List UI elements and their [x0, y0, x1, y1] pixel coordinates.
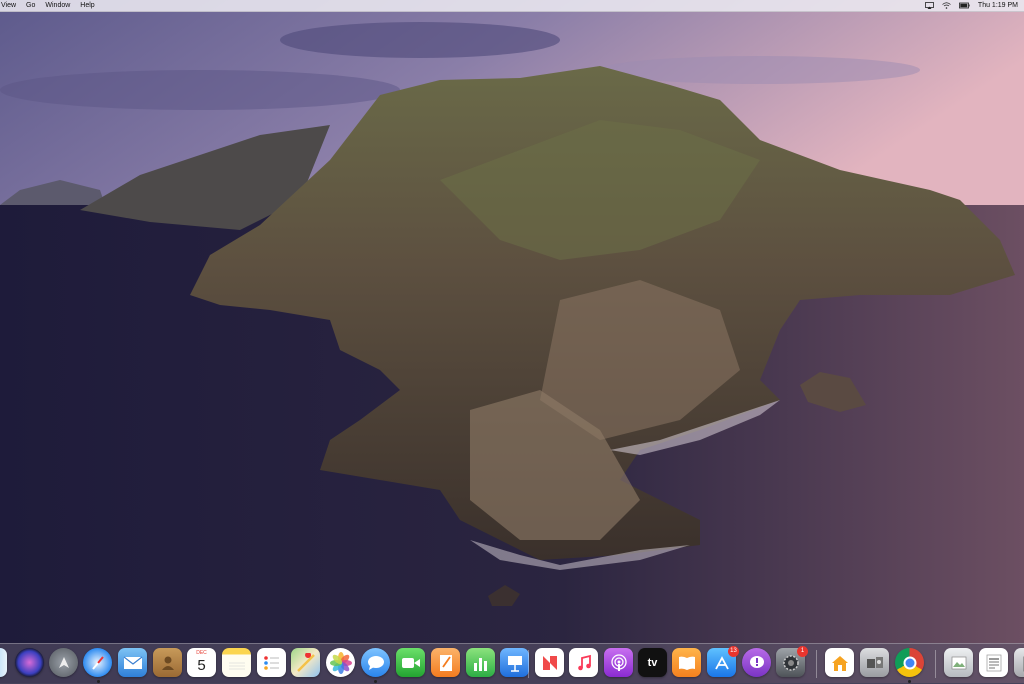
app-store-icon[interactable]: 13: [707, 648, 736, 677]
preview-icon[interactable]: [944, 648, 973, 677]
notes-icon[interactable]: [222, 648, 251, 677]
migration-icon[interactable]: [860, 648, 889, 677]
system-preferences-badge: 1: [797, 646, 808, 657]
music-icon[interactable]: [569, 648, 598, 677]
menu-clock[interactable]: Thu 1:19 PM: [978, 0, 1018, 11]
system-preferences-icon[interactable]: 1: [776, 648, 805, 677]
photos-icon[interactable]: [326, 648, 355, 677]
document-icon[interactable]: [979, 648, 1008, 677]
safari-icon[interactable]: [83, 648, 112, 677]
maps-icon[interactable]: [291, 648, 320, 677]
dock-separator: [528, 650, 529, 678]
calendar-day: 5: [187, 657, 216, 674]
reminders-icon[interactable]: [257, 648, 286, 677]
mail-icon[interactable]: [118, 648, 147, 677]
numbers-icon[interactable]: [466, 648, 495, 677]
trash-icon[interactable]: [1014, 648, 1024, 677]
dock: DEC 5: [0, 643, 1024, 684]
menu-view[interactable]: View: [0, 0, 21, 11]
menu-window[interactable]: Window: [40, 0, 75, 11]
menu-go[interactable]: Go: [21, 0, 40, 11]
books-icon[interactable]: [672, 648, 701, 677]
calendar-month: DEC: [187, 650, 216, 656]
dock-separator: [816, 650, 817, 678]
chrome-icon[interactable]: [895, 648, 924, 677]
tv-icon-label: tv: [648, 657, 658, 669]
contacts-icon[interactable]: [153, 648, 182, 677]
pages-icon[interactable]: [431, 648, 460, 677]
keynote-icon[interactable]: [500, 648, 529, 677]
airplay-icon[interactable]: [925, 2, 934, 9]
app-store-badge: 13: [728, 646, 739, 657]
messages-icon[interactable]: [361, 648, 390, 677]
home-icon[interactable]: [825, 648, 854, 677]
launchpad-icon[interactable]: [49, 648, 78, 677]
podcasts-icon[interactable]: [604, 648, 633, 677]
feedback-icon[interactable]: [742, 648, 771, 677]
battery-icon[interactable]: [959, 2, 968, 9]
news-icon[interactable]: [535, 648, 564, 677]
wifi-icon[interactable]: [942, 2, 951, 9]
dock-separator: [935, 650, 936, 678]
desktop-wallpaper: [0, 0, 1024, 683]
calendar-icon[interactable]: DEC 5: [187, 648, 216, 677]
siri-icon[interactable]: [15, 648, 44, 677]
facetime-icon[interactable]: [396, 648, 425, 677]
menu-bar: View Go Window Help Thu 1:19 PM: [0, 0, 1024, 12]
menu-help[interactable]: Help: [75, 0, 99, 11]
finder-icon[interactable]: [0, 648, 7, 677]
tv-icon[interactable]: tv: [638, 648, 667, 677]
